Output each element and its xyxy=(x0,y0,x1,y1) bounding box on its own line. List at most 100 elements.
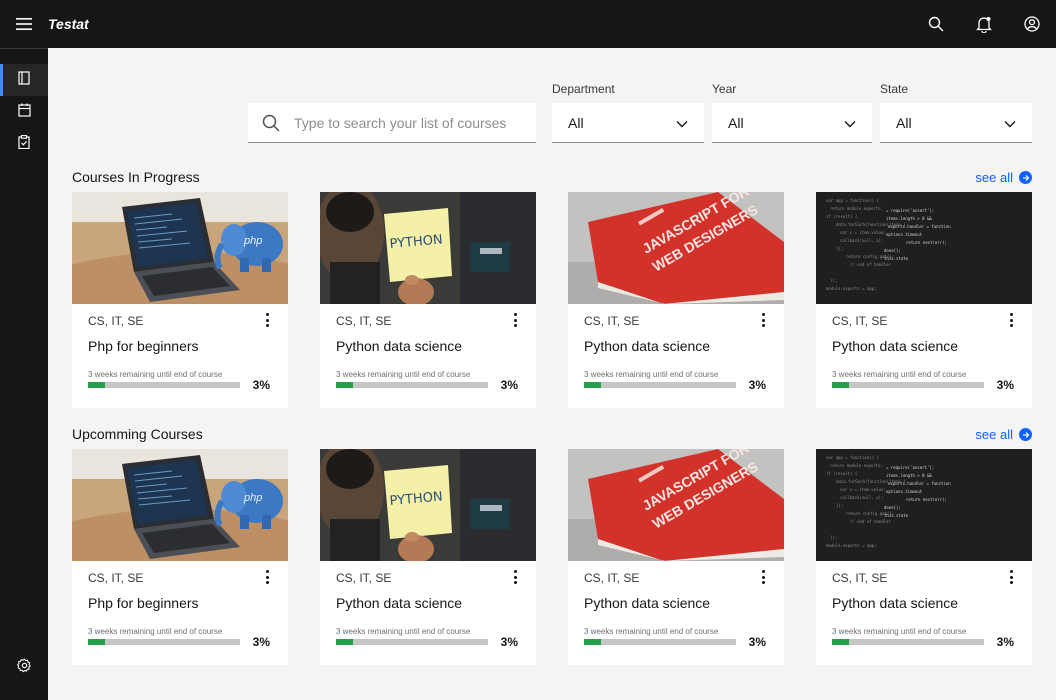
hamburger-menu-icon[interactable] xyxy=(0,0,48,48)
overflow-menu-icon[interactable] xyxy=(1008,313,1014,327)
course-card[interactable]: JAVASCRIPT FOR WEB DESIGNERS CS, IT, SE P… xyxy=(568,192,784,408)
search-icon[interactable] xyxy=(912,0,960,48)
svg-text:callback(null, x);: callback(null, x); xyxy=(840,495,883,500)
course-departments: CS, IT, SE xyxy=(88,314,144,328)
department-value: All xyxy=(568,114,584,131)
progress-bar-fill xyxy=(88,639,105,645)
course-card[interactable]: var app = function() { return module.exp… xyxy=(816,192,1032,408)
course-card[interactable]: php CS, IT, SE Php for beginners 3 weeks r… xyxy=(72,192,288,408)
overflow-menu-icon[interactable] xyxy=(512,313,518,327)
course-name[interactable]: Php for beginners xyxy=(88,338,199,354)
course-departments: CS, IT, SE xyxy=(832,571,888,585)
course-name[interactable]: Python data science xyxy=(832,338,958,354)
progress-bar-fill xyxy=(336,639,353,645)
course-thumbnail[interactable]: PYTHON xyxy=(320,192,536,304)
see-all-upcoming-link[interactable]: see all xyxy=(975,427,1032,442)
svg-text:var app = function() {: var app = function() { xyxy=(826,198,879,203)
svg-text:options.timeout: options.timeout xyxy=(886,489,923,494)
progress-bar xyxy=(336,639,488,645)
book-icon xyxy=(18,70,30,90)
course-name[interactable]: Python data science xyxy=(336,595,462,611)
course-departments: CS, IT, SE xyxy=(832,314,888,328)
course-thumbnail[interactable]: JAVASCRIPT FOR WEB DESIGNERS xyxy=(568,192,784,304)
svg-text:callback(null, x);: callback(null, x); xyxy=(840,238,883,243)
course-thumbnail[interactable]: PYTHON xyxy=(320,449,536,561)
time-remaining: 3 weeks remaining until end of course xyxy=(88,627,223,636)
overflow-menu-icon[interactable] xyxy=(1008,570,1014,584)
course-search[interactable] xyxy=(248,103,536,143)
course-departments: CS, IT, SE xyxy=(584,314,640,328)
sidebar-item-courses[interactable] xyxy=(0,64,48,96)
clipboard-check-icon xyxy=(18,134,30,154)
time-remaining: 3 weeks remaining until end of course xyxy=(336,370,471,379)
see-all-label: see all xyxy=(975,170,1013,185)
svg-text:php: php xyxy=(243,235,262,247)
user-avatar-icon[interactable] xyxy=(1008,0,1056,48)
course-name[interactable]: Python data science xyxy=(584,338,710,354)
course-card[interactable]: PYTHON CS, IT, SE Python data science 3 we… xyxy=(320,449,536,665)
progress-bar-fill xyxy=(584,639,601,645)
svg-text:exports.handler = function: exports.handler = function xyxy=(888,224,951,229)
app-title[interactable]: Testat xyxy=(48,16,89,32)
overflow-menu-icon[interactable] xyxy=(512,570,518,584)
svg-text:return module.exports;: return module.exports; xyxy=(830,206,883,211)
year-value: All xyxy=(728,114,744,131)
section-title-upcoming: Upcomming Courses xyxy=(72,426,203,442)
course-thumbnail[interactable]: var app = function() { return module.exp… xyxy=(816,449,1032,561)
progress-bar xyxy=(88,382,240,388)
overflow-menu-icon[interactable] xyxy=(264,313,270,327)
svg-text:module.exports = app;: module.exports = app; xyxy=(826,286,877,291)
svg-text:// end of handler: // end of handler xyxy=(850,262,892,267)
svg-text:this.state: this.state xyxy=(884,513,909,518)
course-card[interactable]: PYTHON CS, IT, SE Python data science 3 we… xyxy=(320,192,536,408)
course-name[interactable]: Php for beginners xyxy=(88,595,199,611)
sidebar-item-settings[interactable] xyxy=(0,652,48,684)
course-name[interactable]: Python data science xyxy=(336,338,462,354)
course-thumbnail[interactable]: JAVASCRIPT FOR WEB DESIGNERS xyxy=(568,449,784,561)
notification-bell-icon[interactable] xyxy=(960,0,1008,48)
state-label: State xyxy=(880,82,909,96)
see-all-in-progress-link[interactable]: see all xyxy=(975,170,1032,185)
sidebar-item-calendar[interactable] xyxy=(0,96,48,128)
course-thumbnail[interactable]: php xyxy=(72,449,288,561)
search-icon xyxy=(248,114,294,132)
course-departments: CS, IT, SE xyxy=(88,571,144,585)
state-select[interactable]: All xyxy=(880,103,1032,143)
course-name[interactable]: Python data science xyxy=(832,595,958,611)
svg-text:done();: done(); xyxy=(884,248,901,253)
gear-icon xyxy=(16,658,32,678)
year-select[interactable]: All xyxy=(712,103,872,143)
svg-text:module.exports = app;: module.exports = app; xyxy=(826,543,877,548)
svg-text:items.length > 0 &&: items.length > 0 && xyxy=(886,216,932,221)
svg-text:= require('assert');: = require('assert'); xyxy=(886,208,934,213)
time-remaining: 3 weeks remaining until end of course xyxy=(584,370,719,379)
progress-bar-fill xyxy=(88,382,105,388)
overflow-menu-icon[interactable] xyxy=(760,570,766,584)
department-select[interactable]: All xyxy=(552,103,704,143)
progress-bar-fill xyxy=(336,382,353,388)
svg-text:});: }); xyxy=(830,278,837,283)
course-name[interactable]: Python data science xyxy=(584,595,710,611)
progress-bar-fill xyxy=(584,382,601,388)
progress-percent: 3% xyxy=(996,378,1014,392)
course-card[interactable]: php CS, IT, SE Php for beginners 3 weeks r… xyxy=(72,449,288,665)
svg-text:});: }); xyxy=(830,535,837,540)
svg-text:= require('assert');: = require('assert'); xyxy=(886,465,934,470)
see-all-label: see all xyxy=(975,427,1013,442)
department-label: Department xyxy=(552,82,615,96)
course-card[interactable]: JAVASCRIPT FOR WEB DESIGNERS CS, IT, SE P… xyxy=(568,449,784,665)
chevron-down-icon xyxy=(1004,115,1016,131)
progress-percent: 3% xyxy=(748,378,766,392)
svg-text:options.timeout: options.timeout xyxy=(886,232,923,237)
progress-percent: 3% xyxy=(500,378,518,392)
overflow-menu-icon[interactable] xyxy=(264,570,270,584)
progress-bar xyxy=(832,639,984,645)
course-thumbnail[interactable]: var app = function() { return module.exp… xyxy=(816,192,1032,304)
progress-percent: 3% xyxy=(252,378,270,392)
overflow-menu-icon[interactable] xyxy=(760,313,766,327)
sidebar-item-tasks[interactable] xyxy=(0,128,48,160)
course-thumbnail[interactable]: php xyxy=(72,192,288,304)
svg-text:var app = function() {: var app = function() { xyxy=(826,455,879,460)
search-input[interactable] xyxy=(294,114,524,131)
course-card[interactable]: var app = function() { return module.exp… xyxy=(816,449,1032,665)
